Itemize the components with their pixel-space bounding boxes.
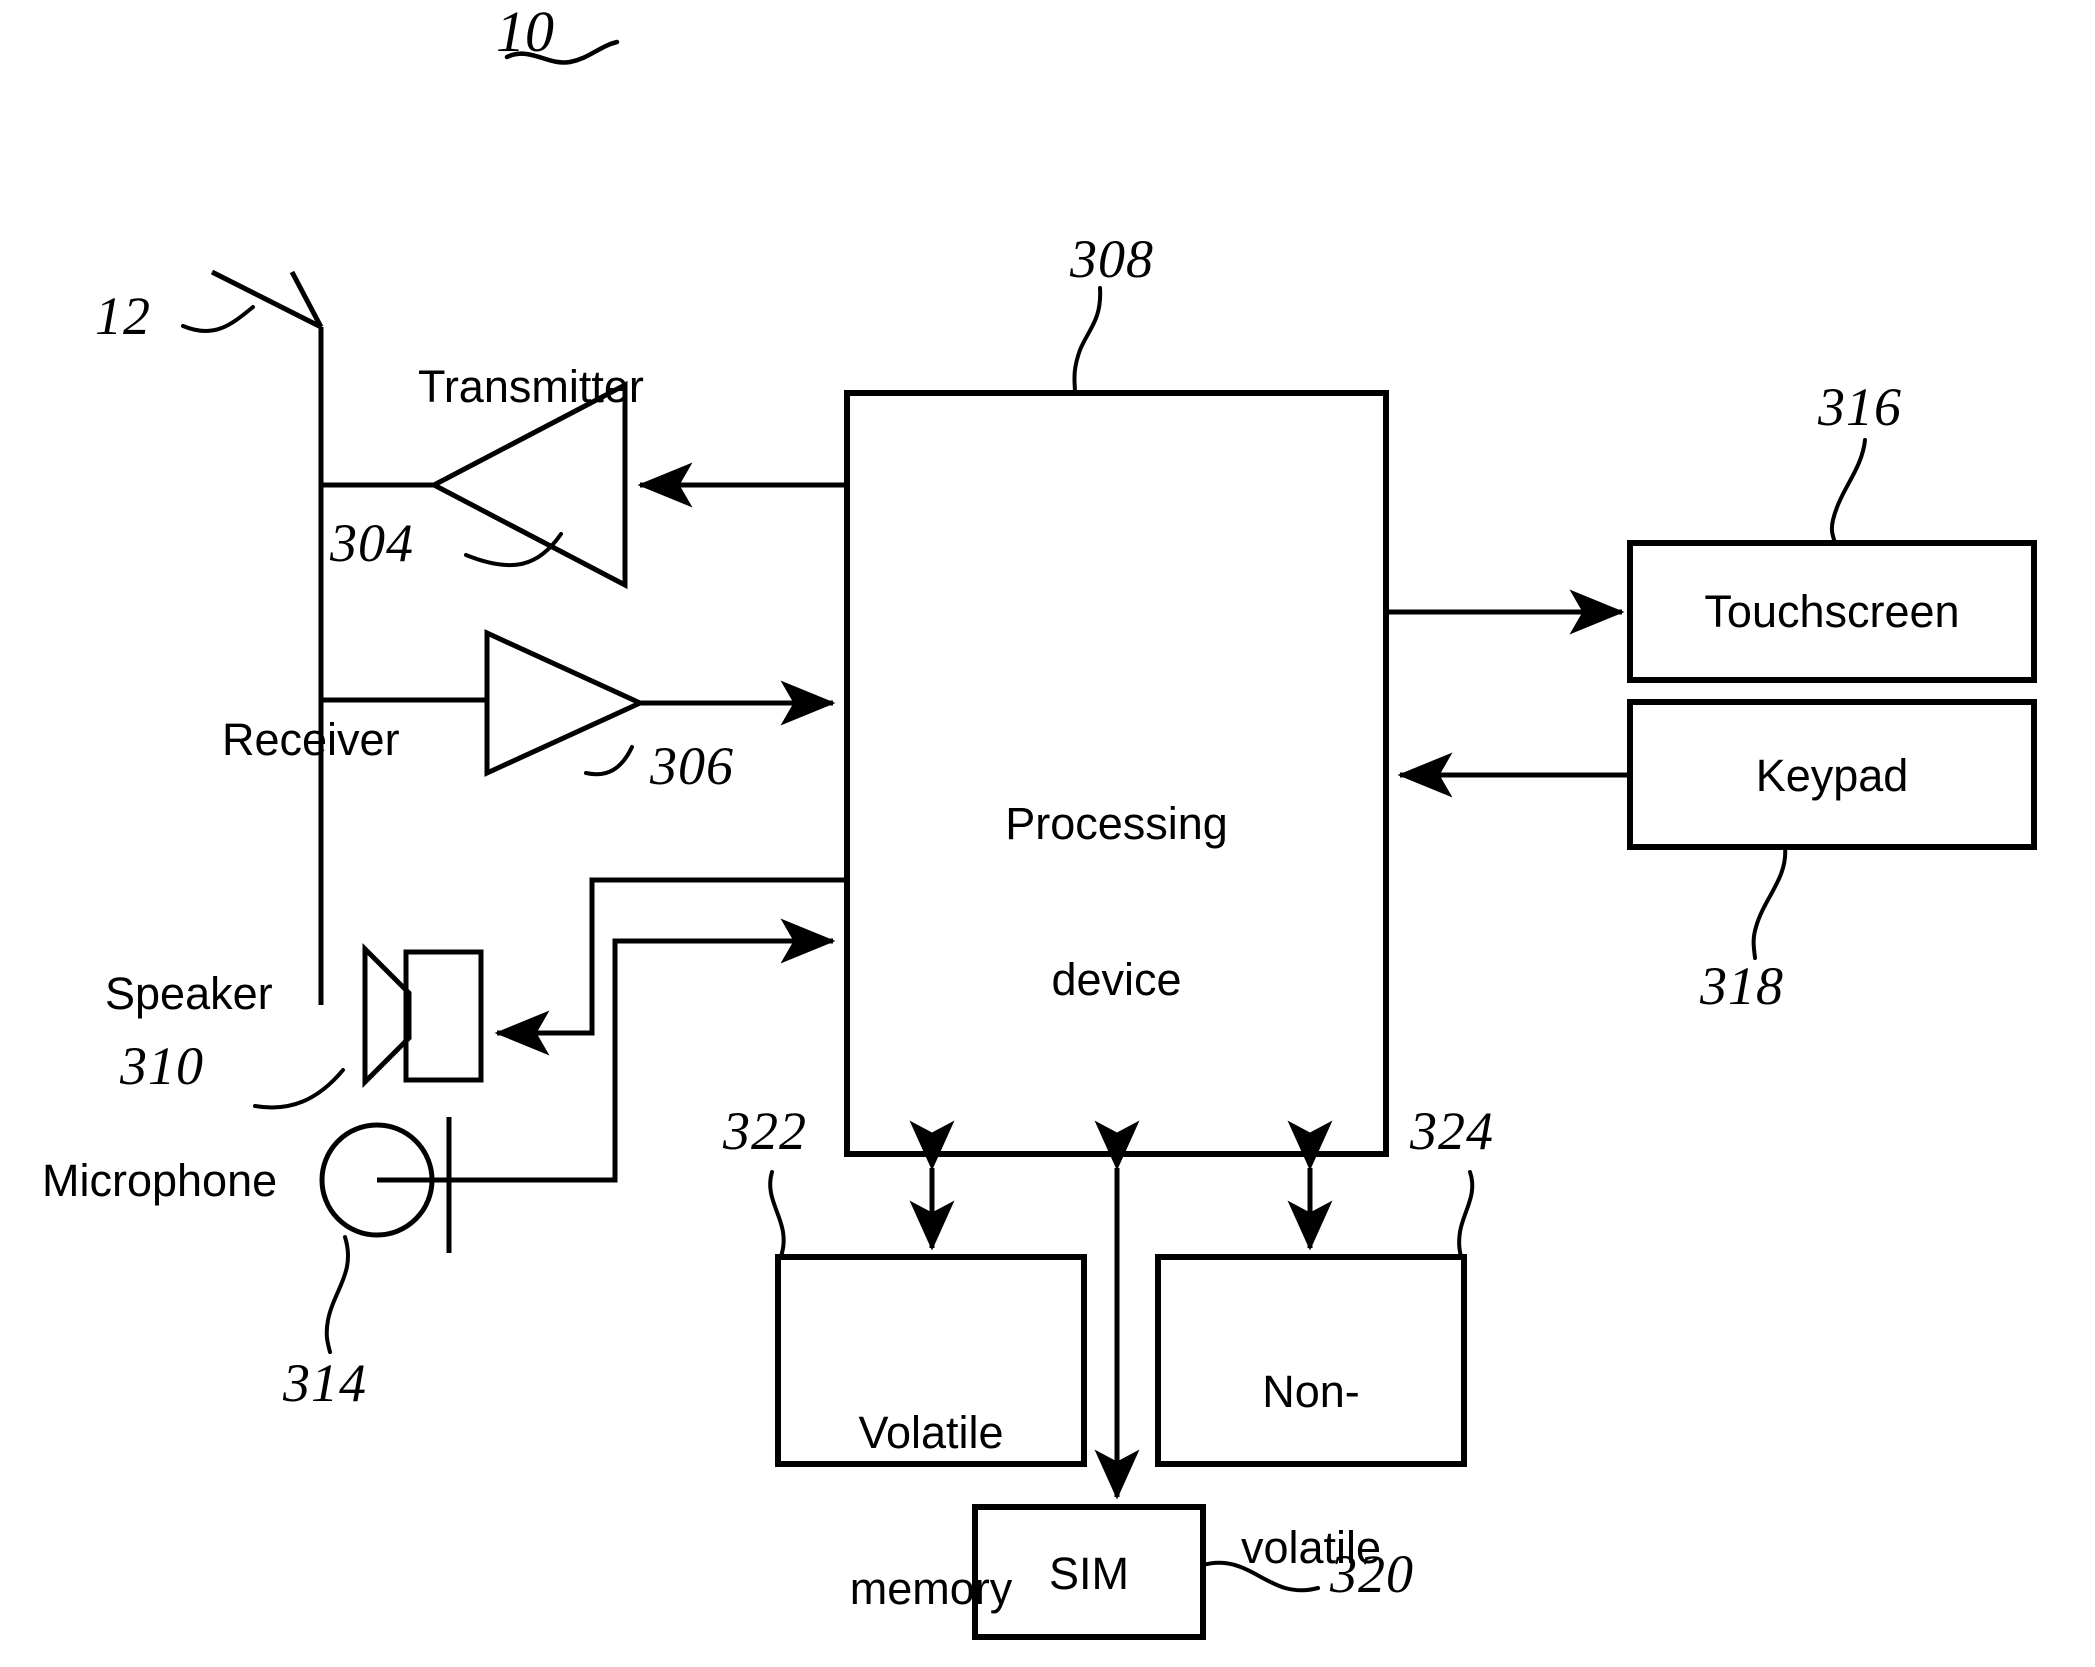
keypad-reference-number: 318 bbox=[1700, 956, 1784, 1016]
processing-device-label: Processing device bbox=[847, 694, 1386, 1110]
receiver-reference-number: 306 bbox=[650, 736, 734, 796]
transmitter-reference-number: 304 bbox=[330, 513, 414, 573]
receiver-label: Receiver bbox=[222, 714, 400, 765]
figure-reference-number: 10 bbox=[496, 0, 554, 64]
transmitter-triangle bbox=[428, 380, 628, 590]
nonvolatile-memory-label: Non- volatile memory bbox=[1158, 1262, 1464, 1667]
microphone-ref-leader bbox=[324, 1235, 351, 1354]
processing-device-label-line2: device bbox=[1051, 954, 1182, 1005]
receiver-ref-leader bbox=[584, 745, 634, 777]
antenna-symbol bbox=[210, 269, 324, 1005]
volatile-memory-ref-leader bbox=[768, 1170, 786, 1259]
speaker-reference-number: 310 bbox=[120, 1036, 204, 1096]
keypad-ref-leader bbox=[1751, 845, 1788, 960]
transmitter-label: Transmitter bbox=[418, 361, 644, 412]
antenna-reference-number: 12 bbox=[95, 286, 151, 346]
volatile-memory-reference-number: 322 bbox=[723, 1101, 807, 1161]
processing-device-ref-leader bbox=[1072, 286, 1103, 395]
touchscreen-label: Touchscreen bbox=[1704, 586, 1960, 637]
nonvolatile-memory-ref-leader bbox=[1457, 1170, 1475, 1259]
processing-device-label-line1: Processing bbox=[1005, 798, 1228, 849]
figure-canvas: 10 12 Transmitter 304 Receiver 306 308 P… bbox=[0, 0, 2095, 1667]
nonvolatile-memory-reference-number: 324 bbox=[1410, 1101, 1494, 1161]
transmitter-ref-leader bbox=[464, 532, 563, 568]
microphone-label: Microphone bbox=[42, 1155, 278, 1206]
touchscreen-ref-leader bbox=[1829, 438, 1867, 545]
processing-device-reference-number: 308 bbox=[1070, 229, 1154, 289]
keypad-label: Keypad bbox=[1755, 750, 1909, 801]
microphone-reference-number: 314 bbox=[283, 1353, 367, 1413]
touchscreen-reference-number: 316 bbox=[1818, 377, 1902, 437]
speaker-symbol bbox=[362, 942, 484, 1089]
receiver-triangle bbox=[484, 629, 647, 777]
arrow-processing-to-speaker bbox=[494, 877, 847, 1056]
sim-reference-number: 320 bbox=[1330, 1544, 1414, 1604]
volatile-memory-label-line1: Volatile bbox=[858, 1407, 1004, 1458]
volatile-memory-label: Volatile memory bbox=[778, 1303, 1084, 1667]
antenna-ref-leader bbox=[181, 305, 255, 334]
sim-label: SIM bbox=[1048, 1548, 1129, 1599]
nonvolatile-memory-label-line1: Non- bbox=[1262, 1366, 1360, 1417]
speaker-label: Speaker bbox=[105, 968, 273, 1019]
nonvolatile-memory-label-line2: volatile bbox=[1240, 1522, 1382, 1573]
speaker-ref-leader bbox=[253, 1068, 345, 1110]
